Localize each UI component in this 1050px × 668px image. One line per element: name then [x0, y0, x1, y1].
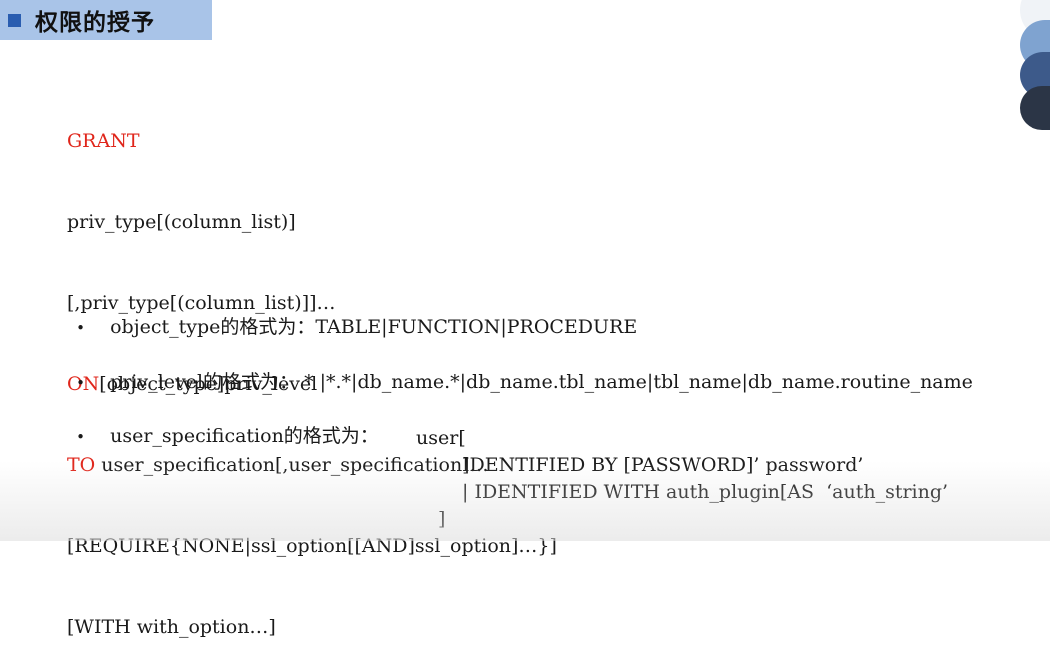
slide-title: 权限的授予	[35, 10, 155, 36]
bullet-object-type: • object_type的格式为：TABLE|FUNCTION|PROCEDUR…	[64, 290, 637, 339]
bullet-dot-icon: •	[76, 374, 85, 392]
title-bullet-square	[8, 13, 21, 27]
syntax-line-with: [WITH with_option…]	[67, 616, 276, 638]
user-spec-line-3: | IDENTIFIED WITH auth_plugin[AS ‘auth_s…	[462, 481, 949, 503]
bullet-dot-icon: •	[76, 319, 85, 337]
grant-keyword: GRANT	[67, 130, 140, 152]
database-logo	[1020, 0, 1050, 142]
slide-title-bar: 权限的授予	[0, 0, 212, 40]
syntax-line-priv-type: priv_type[(column_list)]	[67, 211, 296, 233]
bullet-user-spec-text: user_specification的格式为：	[110, 425, 379, 447]
bullet-user-spec: • user_specification的格式为：	[64, 399, 379, 448]
bullet-priv-level-text: priv_level的格式为： * |*.*|db_name.*|db_name…	[110, 371, 973, 393]
to-keyword: TO	[67, 454, 96, 476]
bullet-dot-icon: •	[76, 428, 85, 446]
user-spec-line-4: ]	[438, 508, 446, 530]
bullet-priv-level: • priv_level的格式为： * |*.*|db_name.*|db_nam…	[64, 345, 973, 394]
to-clause: user_specification[,user_specification]…	[95, 454, 489, 476]
user-spec-line-2: IDENTIFIED BY [PASSWORD]’ password’	[462, 454, 864, 476]
bullet-object-type-text: object_type的格式为：TABLE|FUNCTION|PROCEDURE	[110, 316, 638, 338]
user-spec-line-1: user[	[416, 427, 466, 449]
logo-layer-3	[1020, 86, 1050, 130]
syntax-line-require: [REQUIRE{NONE|ssl_option[[AND]ssl_option…	[67, 535, 557, 557]
